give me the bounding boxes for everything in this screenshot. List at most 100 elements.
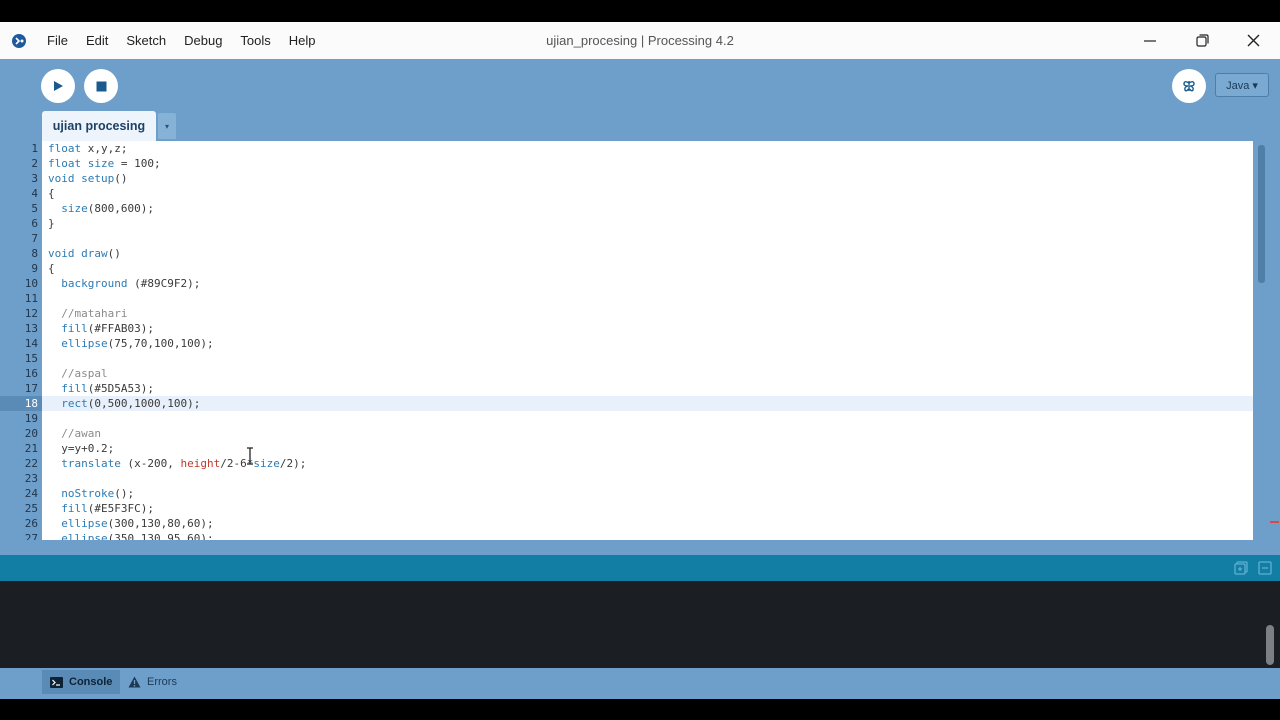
editor-scrollbar[interactable] (1253, 141, 1280, 540)
code-line[interactable]: y=y+0.2; (42, 441, 1253, 456)
console-scrollbar-thumb[interactable] (1266, 625, 1274, 665)
code-line[interactable]: float size = 100; (42, 156, 1253, 171)
code-line-text: //awan (61, 427, 101, 440)
code-line-text: //aspal (61, 367, 108, 380)
stop-button[interactable] (84, 69, 118, 103)
code-line-text: void setup() (48, 172, 128, 185)
menu-file[interactable]: File (38, 22, 77, 59)
code-line[interactable]: //matahari (42, 306, 1253, 321)
play-icon (54, 81, 63, 91)
text-cursor-icon (247, 447, 253, 465)
code-line[interactable] (42, 351, 1253, 366)
code-line[interactable]: void setup() (42, 171, 1253, 186)
code-line[interactable]: noStroke(); (42, 486, 1253, 501)
menu-tools[interactable]: Tools (231, 22, 279, 59)
tab-errors[interactable]: Errors (120, 670, 185, 694)
line-number: 8 (31, 247, 38, 260)
menu-debug[interactable]: Debug (175, 22, 231, 59)
editor-scrollbar-thumb[interactable] (1258, 145, 1265, 283)
editor-console-divider[interactable] (0, 540, 1280, 555)
code-line[interactable]: ellipse(350,130,95,60); (42, 531, 1253, 540)
code-line-text: { (48, 262, 55, 275)
code-line[interactable]: //aspal (42, 366, 1253, 381)
code-line-text: //matahari (61, 307, 128, 320)
close-window-button[interactable] (1230, 22, 1276, 59)
code-line-text: rect(0,500,1000,100); (61, 397, 201, 410)
line-number: 15 (24, 352, 38, 365)
code-line[interactable]: rect(0,500,1000,100); (42, 396, 1253, 411)
copy-console-icon[interactable] (1234, 561, 1248, 575)
line-number: 16 (24, 367, 38, 380)
menu-bar: File Edit Sketch Debug Tools Help (38, 22, 325, 59)
code-line[interactable]: fill(#FFAB03); (42, 321, 1253, 336)
letterbox-top (0, 0, 1280, 22)
line-number: 2 (31, 157, 38, 170)
tab-ujian-procesing[interactable]: ujian procesing (42, 111, 156, 141)
line-number: 17 (24, 382, 38, 395)
mode-selector[interactable]: Java ▾ (1215, 73, 1269, 97)
code-line[interactable]: { (42, 186, 1253, 201)
line-number-gutter: 1 2 3 4 5 6 7 8 9 10 11 12 13 14 15 16 17 18 19 20 21 22 23 24 2… (0, 141, 42, 545)
line-number: 10 (24, 277, 38, 290)
line-number: 9 (31, 262, 38, 275)
tab-console[interactable]: Console (42, 670, 121, 694)
menu-sketch[interactable]: Sketch (117, 22, 175, 59)
editor: 1 2 3 4 5 6 7 8 9 10 11 12 13 14 15 16 17 18 19 20 21 22 23 24 2… (0, 141, 1280, 545)
error-marker[interactable] (1270, 521, 1279, 523)
minimize-button[interactable] (1127, 22, 1173, 59)
code-line-text: fill(#5D5A53); (61, 382, 154, 395)
code-line[interactable]: void draw() (42, 246, 1253, 261)
code-editor[interactable]: float x,y,z; float size = 100; void setup(… (42, 141, 1253, 540)
tab-menu-button[interactable]: ▾ (158, 113, 176, 139)
debug-toggle-button[interactable] (1172, 69, 1206, 103)
code-line[interactable]: size(800,600); (42, 201, 1253, 216)
sketch-tab-strip: ujian procesing ▾ (0, 111, 1280, 141)
minimize-icon (1144, 39, 1156, 42)
code-line-text: float x,y,z; (48, 142, 128, 155)
restore-icon (1195, 34, 1209, 47)
status-bar (0, 555, 1280, 581)
code-line-text: float size = 100; (48, 157, 161, 170)
close-icon (1247, 34, 1259, 47)
tab-errors-label: Errors (147, 676, 177, 688)
code-line-text: ellipse(300,130,80,60); (61, 517, 214, 530)
code-line[interactable]: background (#89C9F2); (42, 276, 1253, 291)
line-number: 1 (31, 142, 38, 155)
toolbar: Java ▾ (0, 59, 1280, 111)
menu-help[interactable]: Help (280, 22, 325, 59)
clear-console-icon[interactable] (1258, 561, 1272, 575)
restore-button[interactable] (1179, 22, 1225, 59)
code-line[interactable] (42, 291, 1253, 306)
code-line[interactable]: { (42, 261, 1253, 276)
code-line[interactable]: fill(#5D5A53); (42, 381, 1253, 396)
code-line-text: y=y+0.2; (48, 442, 115, 455)
code-line[interactable]: float x,y,z; (42, 141, 1253, 156)
code-line[interactable]: } (42, 216, 1253, 231)
code-line-text: ellipse(75,70,100,100); (61, 337, 214, 350)
butterfly-debug-icon (1183, 81, 1195, 92)
code-line[interactable] (42, 411, 1253, 426)
console-panel[interactable] (0, 581, 1280, 668)
line-number: 4 (31, 187, 38, 200)
run-button[interactable] (41, 69, 75, 103)
code-line-text: size(800,600); (61, 202, 154, 215)
menu-edit[interactable]: Edit (77, 22, 117, 59)
code-line[interactable] (42, 471, 1253, 486)
code-line-text: fill(#E5F3FC); (61, 502, 154, 515)
line-number: 3 (31, 172, 38, 185)
code-line[interactable]: fill(#E5F3FC); (42, 501, 1253, 516)
line-number: 5 (31, 202, 38, 215)
code-line[interactable] (42, 231, 1253, 246)
line-number: 14 (24, 337, 38, 350)
terminal-icon (50, 676, 63, 688)
code-line[interactable]: ellipse(75,70,100,100); (42, 336, 1253, 351)
code-line-text: { (48, 187, 55, 200)
line-number: 26 (24, 517, 38, 530)
code-line-text: void draw() (48, 247, 121, 260)
code-line[interactable]: translate (x-200, height/2-6*size/2); (42, 456, 1253, 471)
code-line[interactable]: ellipse(300,130,80,60); (42, 516, 1253, 531)
line-number: 22 (24, 457, 38, 470)
stop-icon (96, 81, 106, 91)
code-line-text: noStroke(); (61, 487, 135, 500)
code-line[interactable]: //awan (42, 426, 1253, 441)
